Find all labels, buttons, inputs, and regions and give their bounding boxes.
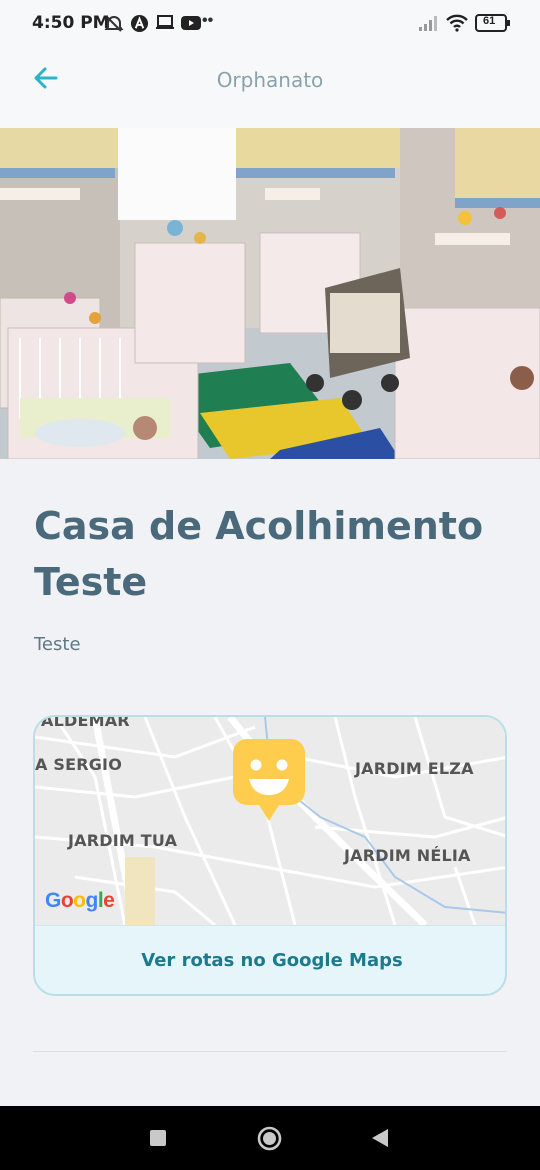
recents-square-icon[interactable] [150, 1130, 166, 1151]
battery-level: 61 [483, 15, 496, 27]
system-nav-bar [0, 1106, 540, 1170]
map-marker-icon[interactable] [233, 739, 305, 823]
home-circle-icon[interactable] [257, 1126, 282, 1156]
page-title: Casa de Acolhimento Teste [34, 504, 484, 604]
google-logo: Google [45, 889, 115, 912]
content-divider [33, 1051, 507, 1052]
youtube-icon [180, 14, 202, 37]
map-view[interactable]: ALDEMAR A SERGIO JARDIM ELZA JARDIM TUA … [35, 717, 505, 925]
map-label-jardim-elza: JARDIM ELZA [355, 759, 474, 778]
map-label-sergio: A SERGIO [35, 755, 123, 774]
battery-icon: 61 [475, 13, 511, 38]
status-time: 4:50 PM [32, 13, 110, 33]
map-label-jardim-tua: JARDIM TUA [68, 831, 178, 850]
more-dots-icon: •• [202, 12, 214, 29]
alarm-off-icon [104, 14, 124, 39]
map-card[interactable]: ALDEMAR A SERGIO JARDIM ELZA JARDIM TUA … [33, 715, 507, 996]
app-header: Orphanato [0, 46, 540, 128]
header-title: Orphanato [216, 68, 324, 92]
map-label-waldemar: ALDEMAR [41, 717, 130, 730]
hero-photo [0, 128, 540, 459]
signal-icon [418, 14, 440, 37]
back-triangle-icon[interactable] [372, 1129, 388, 1152]
laptop-icon [155, 14, 175, 37]
google-maps-directions-link[interactable]: Ver rotas no Google Maps [35, 925, 505, 994]
app-a-icon [130, 14, 149, 38]
map-label-jardim-nelia: JARDIM NÉLIA [344, 846, 471, 865]
wifi-icon [445, 14, 469, 37]
description-text: Teste [34, 634, 81, 655]
status-bar: 4:50 PM •• 61 [0, 0, 540, 46]
